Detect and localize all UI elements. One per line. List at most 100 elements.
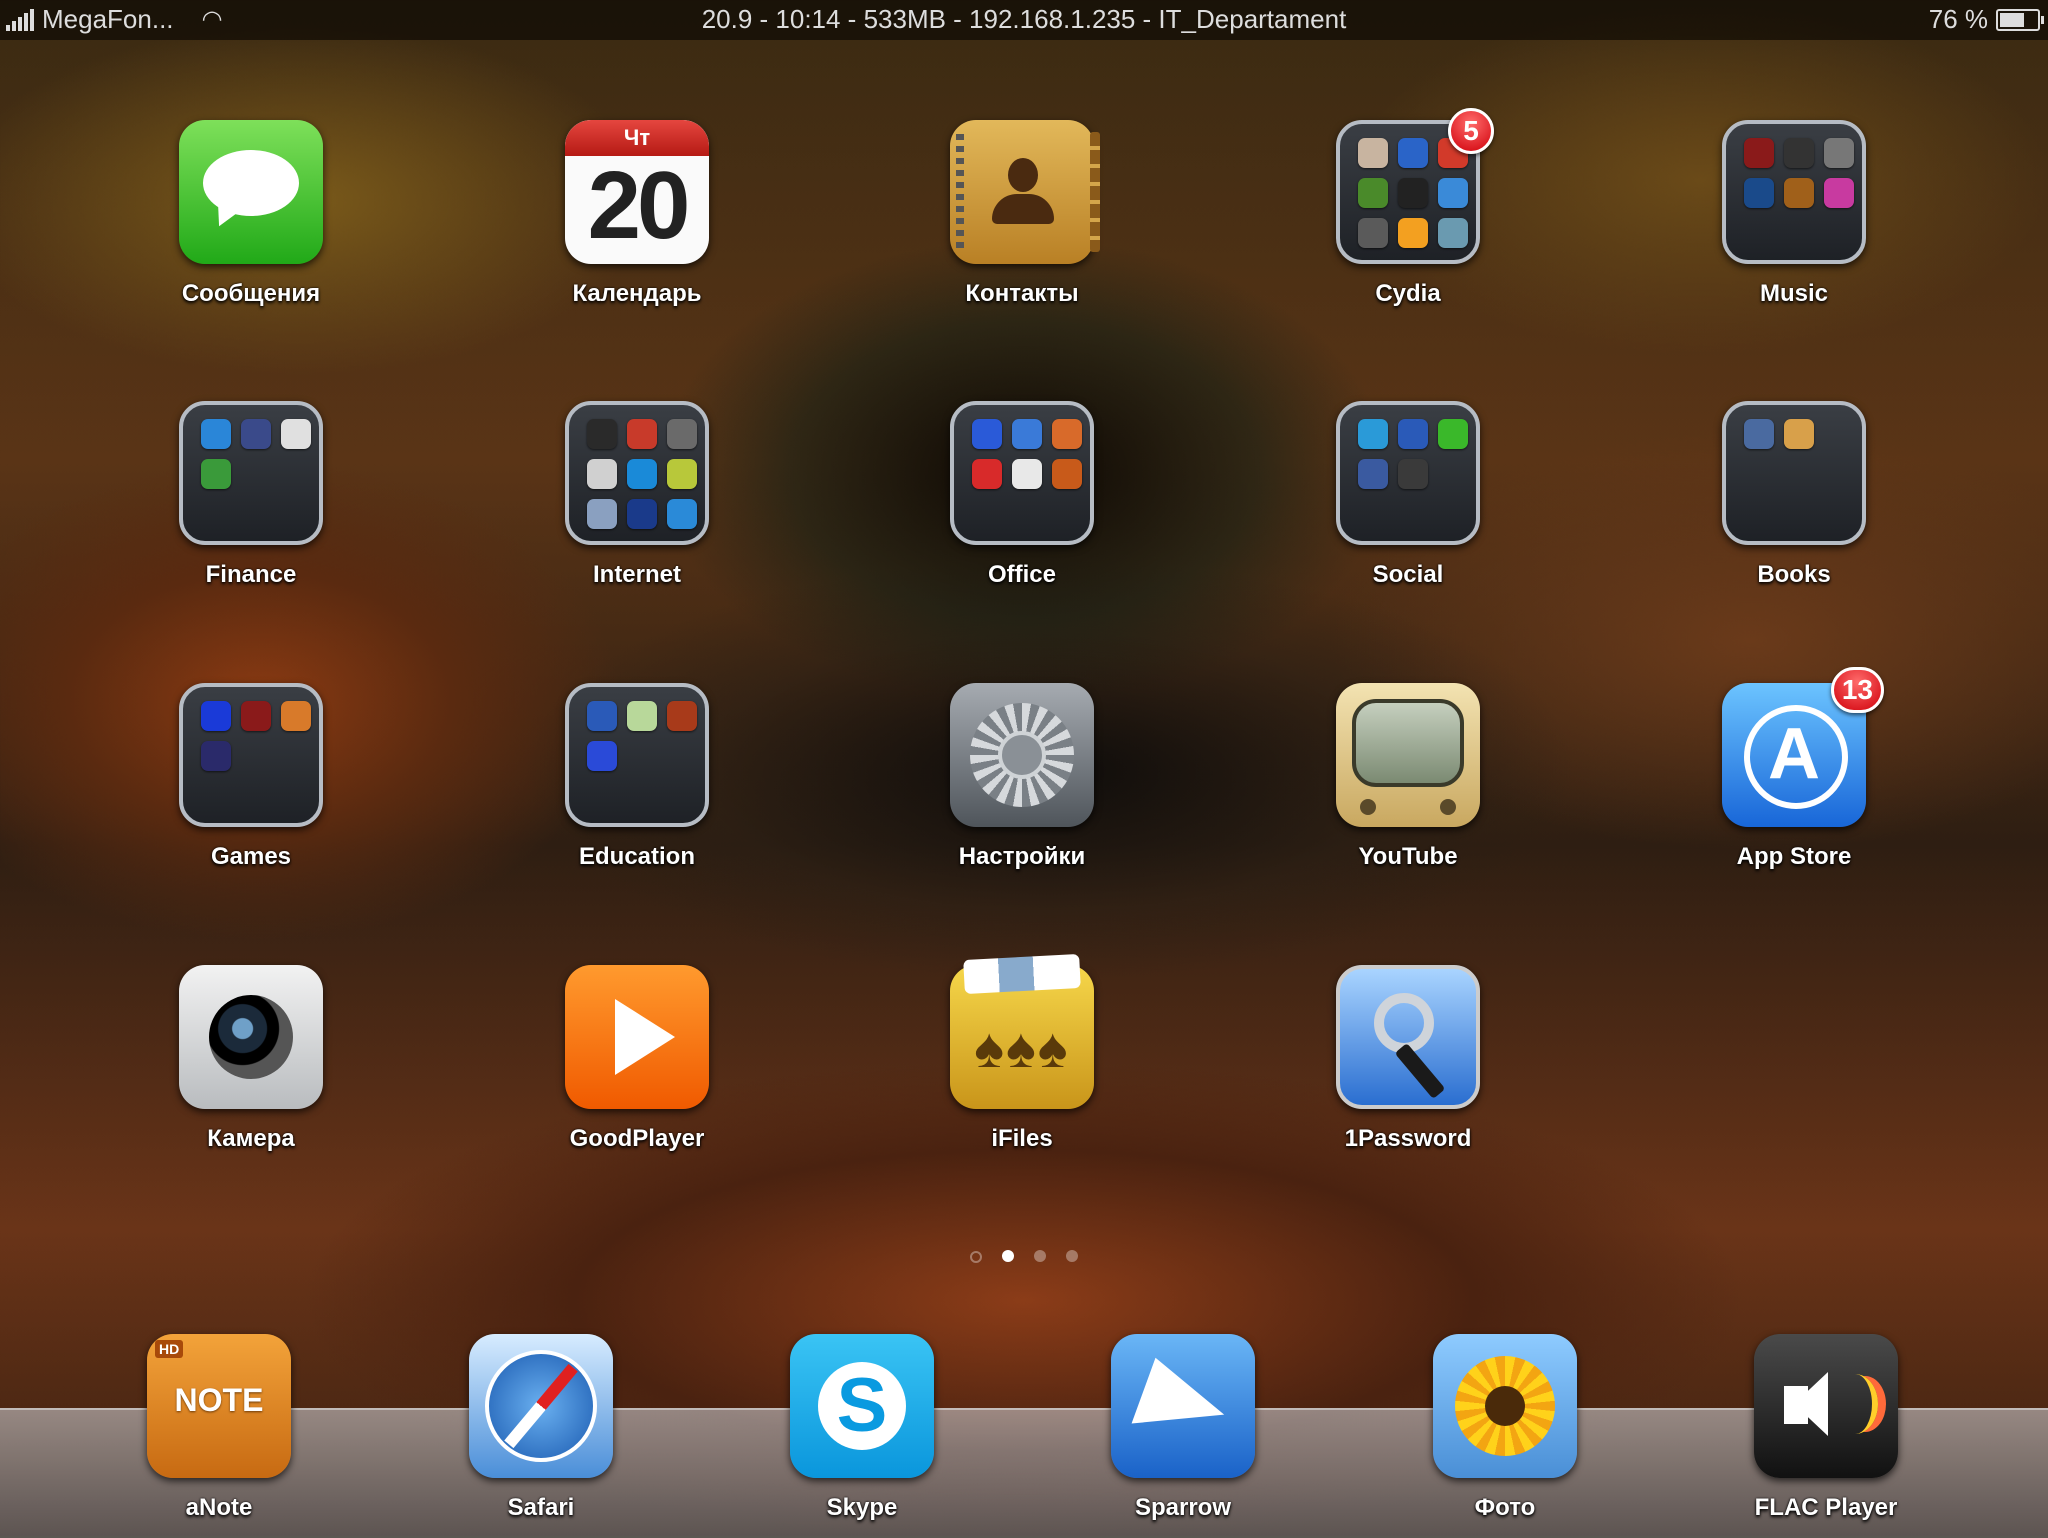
app-label: Social [1372,561,1444,588]
folder-mini-app-icon [201,701,231,731]
folder-icon [565,401,709,545]
folder-mini-app-icon [627,499,657,529]
app-goodplayer[interactable]: GoodPlayer [517,965,757,1153]
dock-app-sparrow[interactable]: Sparrow [1063,1334,1303,1522]
folder-mini-app-icon [1744,178,1774,208]
app-calendar[interactable]: Чт 20 Календарь [517,120,757,308]
paper-plane-icon [1111,1334,1255,1478]
calendar-icon: Чт 20 [565,120,709,264]
app-label: Internet [592,561,681,588]
folder-education[interactable]: Education [517,683,757,871]
app-label: aNote [185,1494,253,1521]
folder-mini-app-icon [1398,138,1428,168]
page-dot[interactable] [1066,1250,1078,1262]
app-messages[interactable]: Сообщения [131,120,371,308]
folder-icon [179,683,323,827]
app-label: Games [210,843,292,870]
app-youtube[interactable]: YouTube [1288,683,1528,871]
folder-mini-app-icon [627,459,657,489]
anote-icon: HD NOTE [147,1334,291,1478]
app-label: FLAC Player [1754,1494,1898,1521]
dock-app-photos[interactable]: Фото [1385,1334,1625,1522]
folder-mini-app-icon [1012,459,1042,489]
folder-books[interactable]: Books [1674,401,1914,589]
folder-mini-app-icon [241,701,271,731]
folder-mini-app-icon [627,701,657,731]
folder-mini-app-icon [1358,178,1388,208]
folder-icon: 5 [1336,108,1494,264]
dock-app-flac-player[interactable]: FLAC Player [1706,1334,1946,1522]
app-ifiles[interactable]: ♠♠♠ iFiles [902,953,1142,1153]
folder-mini-app-icon [1358,138,1388,168]
sunflower-photos-icon [1433,1334,1577,1478]
skype-icon: S [790,1334,934,1478]
notification-badge: 13 [1830,667,1884,713]
spotlight-page-dot[interactable] [970,1251,982,1263]
folder-mini-app-icon [1784,178,1814,208]
ifiles-icon: ♠♠♠ [950,953,1094,1109]
folder-mini-app-icon [1398,218,1428,248]
folder-mini-app-icon [587,499,617,529]
folder-mini-app-icon [1438,218,1468,248]
folder-mini-app-icon [1824,178,1854,208]
folder-mini-app-icon [1784,419,1814,449]
folder-cydia[interactable]: 5 Cydia [1288,108,1528,308]
app-app-store[interactable]: A 13 App Store [1674,667,1914,871]
folder-mini-app-icon [1052,459,1082,489]
notification-badge: 5 [1448,108,1494,154]
app-camera[interactable]: Камера [131,965,371,1153]
folder-mini-app-icon [587,459,617,489]
folder-mini-app-icon [627,419,657,449]
app-label: iFiles [991,1125,1053,1152]
app-label: Cydia [1375,280,1441,307]
app-label: YouTube [1358,843,1458,870]
contacts-icon [950,120,1100,264]
folder-mini-app-icon [281,701,311,731]
folder-mini-app-icon [1358,419,1388,449]
folder-mini-app-icon [1012,419,1042,449]
page-dot-active[interactable] [1002,1250,1014,1262]
hd-label: HD [155,1340,184,1358]
folder-games[interactable]: Games [131,683,371,871]
youtube-tv-icon [1336,683,1480,827]
folder-office[interactable]: Office [902,401,1142,589]
app-label: Сообщения [181,280,321,307]
app-label: Music [1759,280,1828,307]
app-label: GoodPlayer [569,1125,705,1152]
folder-icon [179,401,323,545]
app-label: Камера [207,1125,295,1152]
folder-music[interactable]: Music [1674,120,1914,308]
speaker-icon [1754,1334,1898,1478]
calendar-weekday: Чт [565,120,709,156]
folder-mini-app-icon [1398,178,1428,208]
app-label: Календарь [572,280,702,307]
app-settings[interactable]: Настройки [902,683,1142,871]
app-1password[interactable]: 1Password [1288,965,1528,1153]
folder-mini-app-icon [1358,459,1388,489]
app-label: App Store [1736,843,1852,870]
folder-finance[interactable]: Finance [131,401,371,589]
dock-app-skype[interactable]: S Skype [742,1334,982,1522]
calendar-day: 20 [587,152,691,259]
folder-mini-app-icon [1744,419,1774,449]
safari-compass-icon [469,1334,613,1478]
folder-icon [950,401,1094,545]
folder-mini-app-icon [1398,459,1428,489]
app-contacts[interactable]: Контакты [902,120,1142,308]
page-indicator[interactable] [0,1250,2048,1263]
page-dot[interactable] [1034,1250,1046,1262]
folder-social[interactable]: Social [1288,401,1528,589]
dock-app-anote[interactable]: HD NOTE aNote [99,1334,339,1522]
folder-mini-app-icon [587,701,617,731]
app-label: Контакты [965,280,1079,307]
folder-mini-app-icon [1438,419,1468,449]
folder-mini-app-icon [667,419,697,449]
app-label: Education [578,843,695,870]
dock-app-safari[interactable]: Safari [421,1334,661,1522]
folder-internet[interactable]: Internet [517,401,757,589]
folder-mini-app-icon [1438,178,1468,208]
folder-mini-app-icon [1398,419,1428,449]
folder-icon [1722,401,1866,545]
app-label: Skype [826,1494,898,1521]
app-label: Sparrow [1134,1494,1232,1521]
